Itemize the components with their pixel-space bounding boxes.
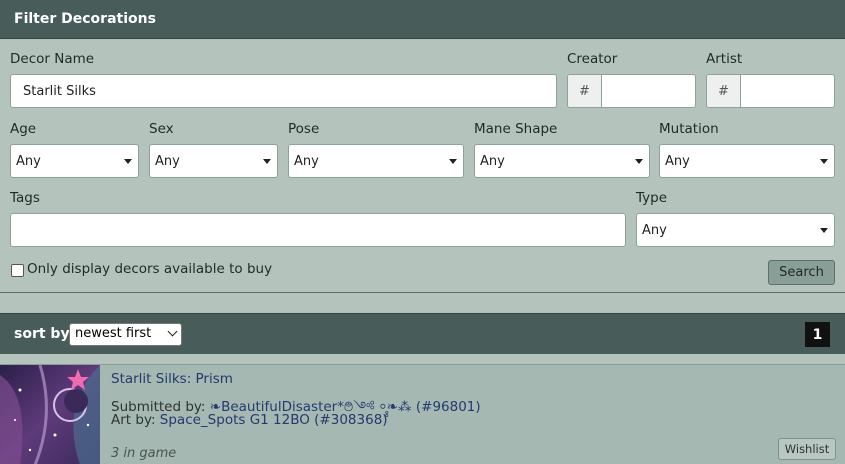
mane-shape-label: Mane Shape [474, 121, 558, 137]
pose-select-value: Any [294, 153, 319, 169]
caret-down-icon [820, 159, 828, 164]
tags-input[interactable] [10, 213, 626, 247]
type-label: Type [636, 190, 668, 206]
caret-down-icon [124, 159, 132, 164]
caret-down-icon [635, 159, 643, 164]
mane-shape-select[interactable]: Any [474, 144, 650, 178]
result-row: Starlit Silks: Prism Submitted by: ❧Beau… [0, 364, 845, 464]
age-select[interactable]: Any [10, 144, 139, 178]
sort-select[interactable]: newest first [69, 323, 182, 346]
type-select-value: Any [642, 222, 667, 238]
pose-select[interactable]: Any [288, 144, 464, 178]
hash-prefix: # [707, 75, 741, 107]
decor-name-label: Decor Name [10, 51, 95, 67]
available-checkbox-label: Only display decors available to buy [27, 261, 273, 277]
creator-input[interactable]: # [567, 74, 696, 108]
pose-label: Pose [288, 121, 320, 137]
caret-down-icon [449, 159, 457, 164]
sex-select[interactable]: Any [149, 144, 278, 178]
search-button[interactable]: Search [768, 260, 835, 285]
type-select[interactable]: Any [636, 213, 835, 247]
wishlist-button[interactable]: Wishlist [778, 438, 836, 460]
sort-label: sort by [14, 326, 70, 342]
decor-title-link[interactable]: Starlit Silks: Prism [111, 371, 233, 387]
age-label: Age [10, 121, 37, 137]
tags-label: Tags [10, 190, 40, 206]
available-checkbox[interactable] [11, 264, 24, 277]
mane-shape-select-value: Any [480, 153, 505, 169]
artist-label: Artist [706, 51, 743, 67]
hash-prefix: # [568, 75, 602, 107]
filter-header: Filter Decorations [0, 0, 845, 39]
sort-bar: sort by newest first 1 [0, 313, 845, 354]
caret-down-icon [263, 159, 271, 164]
art-by-line: Art by: Space_Spots G1 12BO (#308368) [111, 412, 388, 428]
filter-panel: Decor Name Starlit Silks Creator # Artis… [0, 39, 845, 293]
sex-select-value: Any [155, 153, 180, 169]
in-game-count: 3 in game [111, 446, 177, 461]
sex-label: Sex [149, 121, 174, 137]
artist-link[interactable]: Space_Spots G1 12BO (#308368) [160, 412, 388, 428]
art-prefix: Art by: [111, 412, 156, 428]
decor-thumbnail[interactable] [0, 365, 100, 464]
chevron-down-icon [167, 326, 178, 337]
decor-name-input[interactable]: Starlit Silks [10, 74, 557, 108]
age-select-value: Any [16, 153, 41, 169]
decor-thumbnail-image [0, 365, 100, 464]
mutation-label: Mutation [659, 121, 719, 137]
page-number[interactable]: 1 [805, 322, 830, 347]
caret-down-icon [820, 228, 828, 233]
mutation-select-value: Any [665, 153, 690, 169]
sort-select-value: newest first [75, 326, 152, 341]
creator-label: Creator [567, 51, 618, 67]
filter-title: Filter Decorations [14, 11, 156, 27]
artist-input[interactable]: # [706, 74, 835, 108]
mutation-select[interactable]: Any [659, 144, 835, 178]
submitter-id-link[interactable]: (#96801) [416, 399, 481, 415]
